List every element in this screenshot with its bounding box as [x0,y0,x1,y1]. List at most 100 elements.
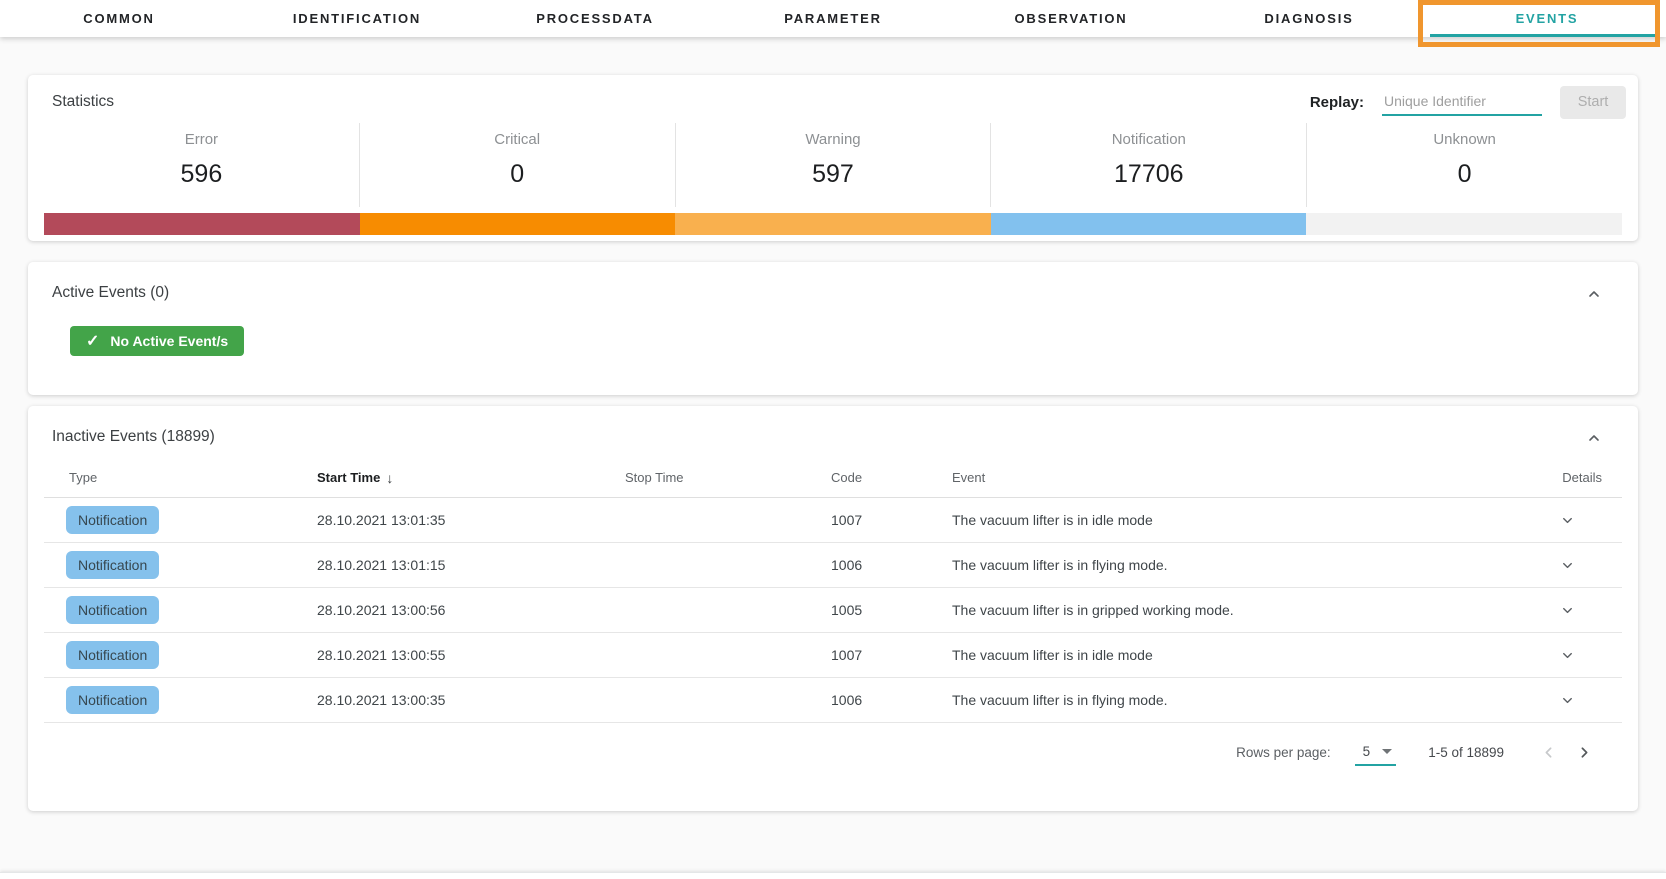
event-type-badge: Notification [66,596,159,624]
stat-bar-segment-error [44,213,360,235]
chevron-down-icon [1560,561,1575,576]
start-time-header-label: Start Time [317,470,380,485]
pagination-bar: Rows per page: 5 1-5 of 18899 [28,723,1638,781]
chevron-left-icon [1540,744,1557,761]
tab-identification[interactable]: IDENTIFICATION [238,0,476,37]
expand-details-button[interactable] [1556,644,1579,667]
details-cell [1512,644,1622,667]
main-content: Statistics Replay: Start Error 596 Criti… [0,37,1666,811]
next-page-button[interactable] [1566,734,1602,770]
start-time-cell: 28.10.2021 13:01:15 [317,557,625,573]
tab-parameter[interactable]: PARAMETER [714,0,952,37]
table-row: Notification 28.10.2021 13:01:15 1006 Th… [44,543,1622,588]
event-type-badge: Notification [66,641,159,669]
expand-details-button[interactable] [1556,599,1579,622]
statistics-color-bar [44,213,1622,235]
stat-value: 0 [360,160,675,189]
tab-label: PROCESSDATA [536,11,654,26]
stat-value: 0 [1307,160,1622,189]
code-cell: 1005 [831,602,952,618]
active-events-collapse-button[interactable] [1584,284,1604,304]
column-header-details: Details [1512,470,1622,485]
stat-label: Unknown [1307,131,1622,148]
stat-column-warning: Warning 597 [675,123,991,207]
stat-label: Error [44,131,359,148]
type-cell: Notification [44,596,317,624]
statistics-header: Statistics Replay: Start [28,75,1638,123]
column-header-stop-time[interactable]: Stop Time [625,470,831,485]
check-icon: ✓ [86,331,99,351]
inactive-events-collapse-button[interactable] [1584,428,1604,448]
column-header-event[interactable]: Event [952,470,1512,485]
event-cell: The vacuum lifter is in flying mode. [952,692,1512,708]
chevron-down-icon [1560,516,1575,531]
event-cell: The vacuum lifter is in gripped working … [952,602,1512,618]
table-row: Notification 28.10.2021 13:00:35 1006 Th… [44,678,1622,723]
statistics-grid: Error 596 Critical 0 Warning 597 Notific… [44,123,1622,207]
column-header-type[interactable]: Type [44,470,317,485]
tab-diagnosis[interactable]: DIAGNOSIS [1190,0,1428,37]
tab-label: PARAMETER [784,11,882,26]
sort-desc-icon: ↓ [386,470,393,486]
stat-value: 596 [44,160,359,189]
chevron-up-icon [1586,290,1602,305]
event-type-badge: Notification [66,686,159,714]
rows-per-page-label: Rows per page: [1236,745,1331,760]
active-events-card: Active Events (0) ✓ No Active Event/s [28,262,1638,395]
inactive-events-card: Inactive Events (18899) Type Start Time … [28,406,1638,811]
event-cell: The vacuum lifter is in idle mode [952,512,1512,528]
stat-column-error: Error 596 [44,123,359,207]
replay-controls: Replay: Start [1310,86,1626,119]
previous-page-button[interactable] [1530,734,1566,770]
stat-label: Warning [676,131,991,148]
table-row: Notification 28.10.2021 13:00:56 1005 Th… [44,588,1622,633]
stat-bar-segment-critical [360,213,676,235]
active-events-title: Active Events (0) [52,284,169,301]
tab-label: EVENTS [1516,11,1579,26]
stat-bar-segment-notification [991,213,1307,235]
replay-label: Replay: [1310,94,1364,111]
expand-details-button[interactable] [1556,689,1579,712]
chevron-down-icon [1560,651,1575,666]
replay-identifier-input[interactable] [1382,88,1542,116]
stat-value: 597 [676,160,991,189]
start-time-cell: 28.10.2021 13:00:56 [317,602,625,618]
tab-common[interactable]: COMMON [0,0,238,37]
inactive-events-title: Inactive Events (18899) [28,428,215,446]
tab-observation[interactable]: OBSERVATION [952,0,1190,37]
chevron-down-icon [1560,606,1575,621]
stat-label: Notification [991,131,1306,148]
details-cell [1512,689,1622,712]
chevron-up-icon [1586,434,1602,449]
stat-column-notification: Notification 17706 [990,123,1306,207]
start-time-cell: 28.10.2021 13:01:35 [317,512,625,528]
expand-details-button[interactable] [1556,554,1579,577]
events-table-header: Type Start Time ↓ Stop Time Code Event D… [44,458,1622,498]
chevron-right-icon [1576,744,1593,761]
tab-events[interactable]: EVENTS [1428,0,1666,37]
start-time-cell: 28.10.2021 13:00:55 [317,647,625,663]
start-time-cell: 28.10.2021 13:00:35 [317,692,625,708]
events-table-body: Notification 28.10.2021 13:01:35 1007 Th… [44,498,1622,723]
rows-per-page-select[interactable]: 5 [1355,739,1397,766]
type-cell: Notification [44,551,317,579]
code-cell: 1007 [831,512,952,528]
table-row: Notification 28.10.2021 13:01:35 1007 Th… [44,498,1622,543]
code-cell: 1007 [831,647,952,663]
replay-start-button[interactable]: Start [1560,86,1626,119]
column-header-start-time[interactable]: Start Time ↓ [317,470,625,486]
expand-details-button[interactable] [1556,509,1579,532]
dropdown-caret-icon [1382,749,1392,754]
statistics-card: Statistics Replay: Start Error 596 Criti… [28,75,1638,241]
event-cell: The vacuum lifter is in flying mode. [952,557,1512,573]
pagination-range: 1-5 of 18899 [1428,745,1504,760]
event-cell: The vacuum lifter is in idle mode [952,647,1512,663]
tab-processdata[interactable]: PROCESSDATA [476,0,714,37]
chevron-down-icon [1560,696,1575,711]
table-row: Notification 28.10.2021 13:00:55 1007 Th… [44,633,1622,678]
type-cell: Notification [44,686,317,714]
no-active-events-label: No Active Event/s [110,333,228,349]
tab-label: COMMON [83,11,154,26]
column-header-code[interactable]: Code [831,470,952,485]
stat-bar-segment-unknown [1306,213,1622,235]
